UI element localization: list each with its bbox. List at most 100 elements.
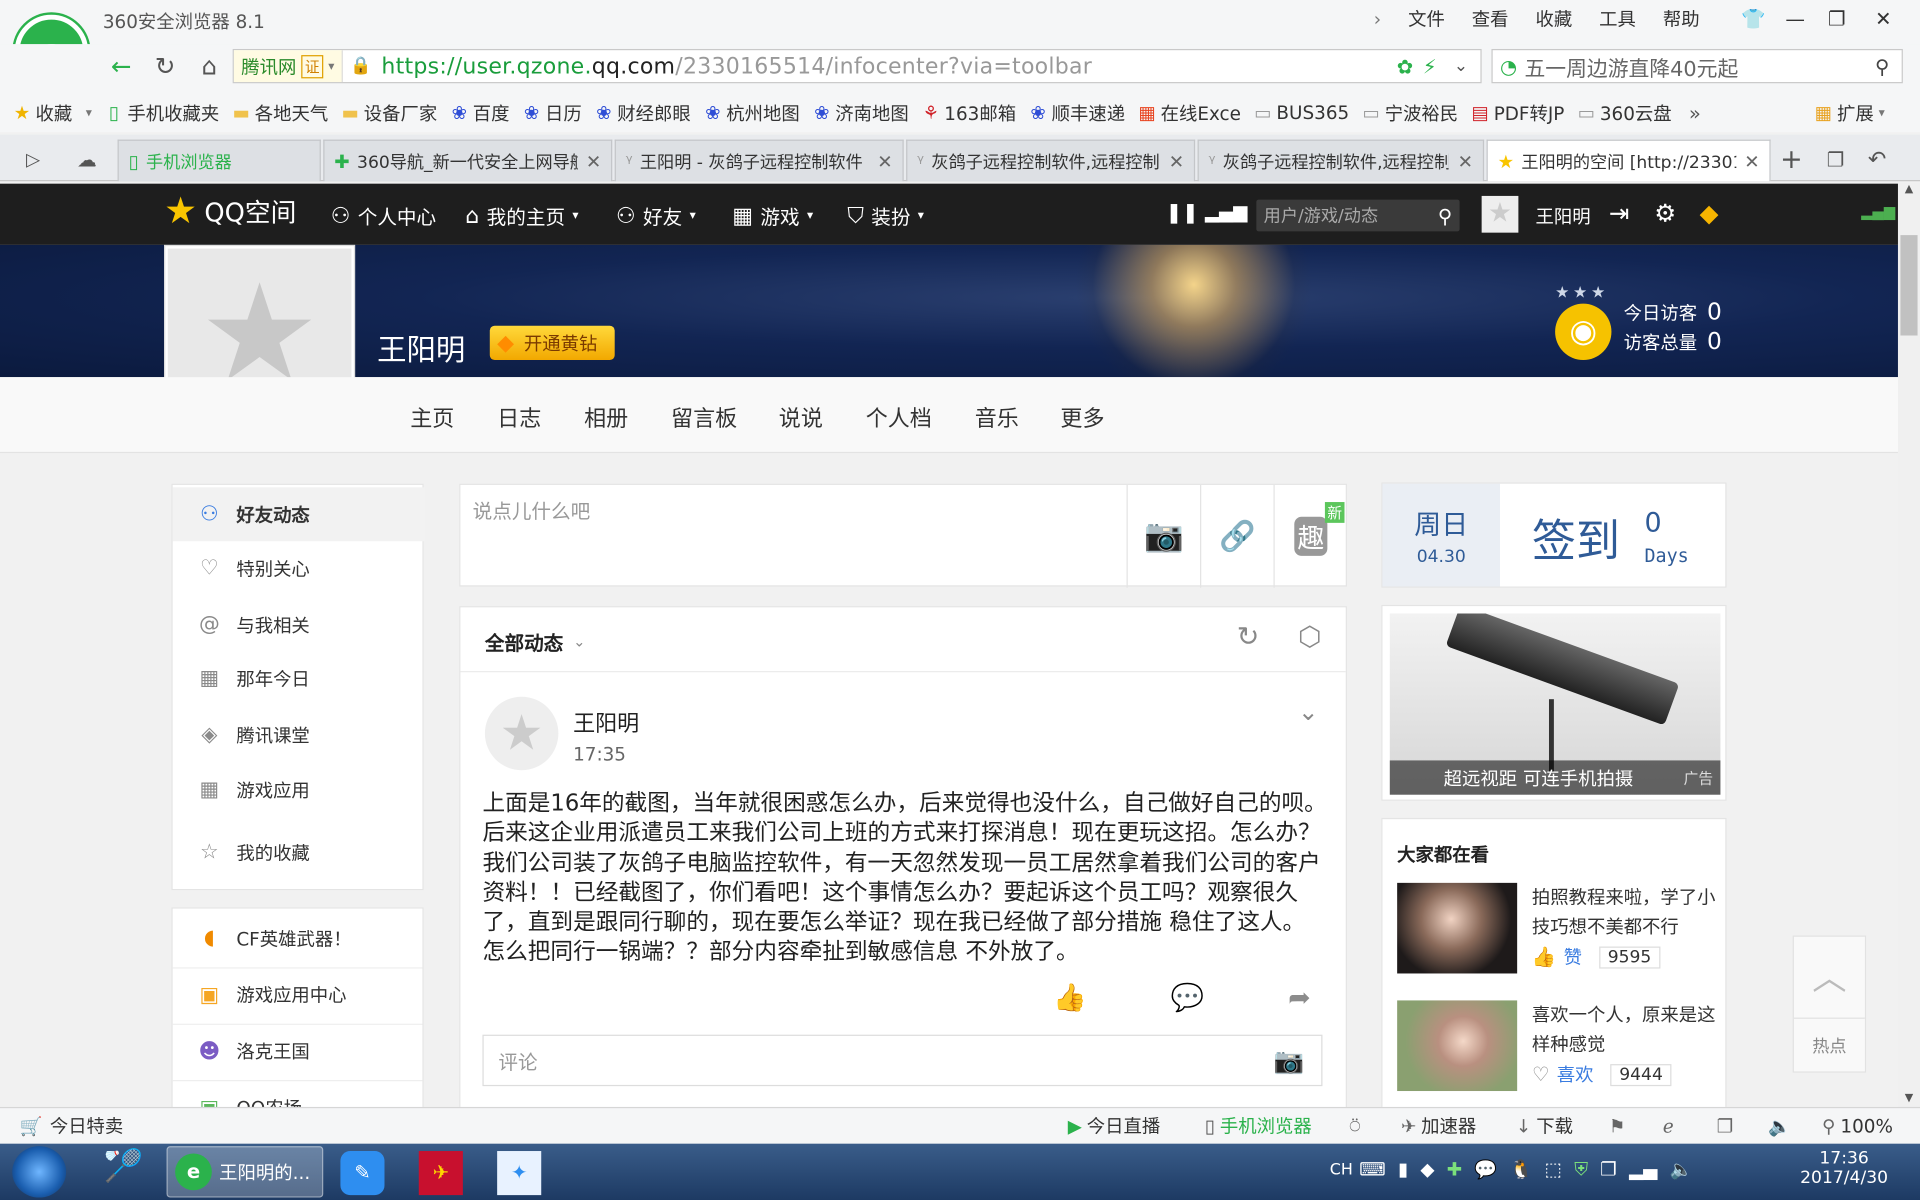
minimize-button[interactable]: —	[1774, 0, 1816, 37]
close-tab-icon[interactable]: ✕	[1450, 150, 1473, 172]
search-engine-icon[interactable]: ◔	[1500, 54, 1517, 77]
feed-author-avatar[interactable]: ★	[484, 696, 559, 771]
live-link[interactable]: ▶ 今日直播	[1068, 1113, 1161, 1139]
bookmark-item[interactable]: ▬ 设备厂家	[341, 100, 438, 126]
sidebar-item-game-apps[interactable]: ▦ 游戏应用	[173, 763, 425, 817]
share-icon[interactable]: ➦	[1288, 983, 1311, 1014]
tab-item[interactable]: ᵞ 灰鸽子远程控制软件,远程控制 ✕	[906, 139, 1196, 182]
vip-button[interactable]: ◆ 开通黄钻	[489, 325, 615, 361]
extensions-button[interactable]: ▦ 扩展 ▾	[1815, 100, 1885, 126]
signal-icon[interactable]: ▂▄	[1629, 1158, 1657, 1180]
tray-clock[interactable]: 17:36 2017/4/30	[1795, 1149, 1893, 1188]
attach-button[interactable]: 🔗	[1200, 484, 1273, 588]
tab-item[interactable]: ▯ 手机浏览器	[117, 139, 321, 182]
visitors-today[interactable]: 今日访客 0	[1624, 299, 1722, 326]
menu-file[interactable]: 文件	[1408, 6, 1445, 32]
copy-icon[interactable]: ❐	[1600, 1158, 1616, 1180]
app-cf-weapons[interactable]: ◖ CF英雄武器！	[173, 911, 423, 965]
comment-input[interactable]: 评论	[498, 1046, 1273, 1075]
visitors-total[interactable]: 访客总量 0	[1624, 328, 1722, 355]
bookmark-item[interactable]: ❀ 顺丰速递	[1028, 100, 1125, 126]
tab-item[interactable]: ᵞ 王阳明 - 灰鸽子远程控制软件 ✕	[614, 139, 904, 182]
ad-card[interactable]: 超远视距 可连手机拍摄 广告	[1381, 604, 1727, 801]
like-icon[interactable]: 👍	[1053, 983, 1087, 1014]
signin-button[interactable]: 签到	[1532, 506, 1620, 570]
zoom-control[interactable]: ⚲ 100%	[1822, 1115, 1893, 1137]
menu-favorites[interactable]: 收藏	[1535, 6, 1572, 32]
bookmark-item[interactable]: ▯ 手机收藏夹	[104, 100, 219, 126]
scroll-thumb[interactable]	[1900, 235, 1918, 336]
close-tab-icon[interactable]: ✕	[870, 150, 892, 172]
sidebar-item-favorites[interactable]: ☆ 我的收藏	[173, 825, 425, 879]
cert-badge[interactable]: 腾讯网 证 ▾	[233, 50, 343, 83]
bookmark-item[interactable]: ▭ BUS365	[1253, 102, 1349, 124]
speed-icon[interactable]: ⚡	[1423, 54, 1437, 77]
keyboard-icon[interactable]: ⌨	[1359, 1158, 1386, 1180]
taskbar-app-pen[interactable]: ✎	[340, 1151, 385, 1196]
search-icon[interactable]: ⚲	[1875, 54, 1889, 77]
new-tab-button[interactable]: +	[1773, 142, 1810, 176]
chevron-down-icon[interactable]: ⌄	[1454, 56, 1468, 76]
menu-help[interactable]: 帮助	[1663, 6, 1700, 32]
battery-icon[interactable]: ▮	[1398, 1158, 1408, 1180]
search-box[interactable]: ◔ 五一周边游直降40元起 ⚲	[1491, 48, 1903, 84]
header-user-name[interactable]: 王阳明	[1536, 203, 1591, 229]
window-icon[interactable]: ❐	[1717, 1115, 1733, 1137]
trending-like[interactable]: 👍 赞 9595	[1532, 944, 1660, 970]
taskbar-app-red[interactable]: ✈	[418, 1151, 463, 1196]
back-icon[interactable]: ←	[103, 49, 140, 83]
search-icon[interactable]: ⚲	[1438, 204, 1452, 227]
close-tab-icon[interactable]: ✕	[1737, 150, 1759, 172]
post-input[interactable]: 说点儿什么吧	[473, 495, 1110, 576]
vertical-scrollbar[interactable]: ▲ ▼	[1897, 183, 1920, 1107]
header-avatar[interactable]: ★	[1481, 195, 1519, 233]
plus-tray-icon[interactable]: ✚	[1447, 1158, 1462, 1180]
subnav-album[interactable]: 相册	[584, 402, 628, 434]
tab-item[interactable]: ★王阳明的空间 [http://2330165514✕	[1486, 139, 1771, 182]
today-deals-link[interactable]: 今日特卖	[50, 1113, 123, 1139]
feed-options-icon[interactable]: ⌄	[1298, 697, 1319, 726]
bookmark-item[interactable]: ▤ PDF转JP	[1470, 100, 1565, 126]
download-link[interactable]: ↓ 下载	[1516, 1113, 1573, 1139]
signal-icon[interactable]: ▂▄▆	[1205, 201, 1247, 223]
menu-view[interactable]: 查看	[1472, 6, 1509, 32]
feed-filter[interactable]: 全部动态 ⌄	[485, 627, 586, 656]
bookmark-item[interactable]: ❀ 日历	[522, 100, 582, 126]
photo-button[interactable]: 📷	[1126, 484, 1200, 588]
subnav-guestbook[interactable]: 留言板	[671, 402, 737, 434]
app-roco-kingdom[interactable]: ☻ 洛克王国	[172, 1023, 423, 1078]
sidebar-item-on-this-day[interactable]: ▦ 那年今日	[173, 651, 425, 705]
skin-icon[interactable]: 👕	[1733, 0, 1775, 37]
scroll-down-icon[interactable]: ▼	[1898, 1092, 1920, 1104]
bookmark-item[interactable]: ❀ 财经郎眼	[594, 100, 691, 126]
nav-decorate[interactable]: ⛉ 装扮 ▾	[847, 201, 924, 230]
search-input[interactable]: 五一周边游直降40元起	[1524, 51, 1875, 81]
feed-author-name[interactable]: 王阳明	[573, 707, 639, 739]
close-tab-icon[interactable]: ✕	[1161, 150, 1184, 172]
sidebar-toggle-icon[interactable]: ▷	[15, 142, 52, 176]
refresh-icon[interactable]: ↻	[147, 49, 184, 83]
nav-personal-center[interactable]: ⚇ 个人中心	[331, 201, 436, 230]
volume-icon[interactable]: 🔈	[1768, 1115, 1791, 1137]
scroll-up-icon[interactable]: ▲	[1898, 184, 1920, 196]
address-bar[interactable]: 腾讯网 证 ▾ 🔒 https://user.qzone.qq.com/2330…	[232, 48, 1482, 84]
home-icon[interactable]: ⌂	[191, 49, 228, 83]
bookmark-item[interactable]: ❀ 杭州地图	[703, 100, 800, 126]
tab-item[interactable]: ✚ 360导航_新一代安全上网导航 ✕	[323, 139, 613, 182]
sidebar-item-friend-feed[interactable]: ⚇ 好友动态	[172, 487, 425, 542]
camera-icon[interactable]: 📷	[1274, 1046, 1304, 1075]
taskbar-app-bird[interactable]: ✦	[497, 1151, 542, 1196]
trending-item[interactable]: 喜欢一个人，原来是这样种感觉 ♡ 喜欢 9444	[1397, 1000, 1718, 1098]
bookmark-item[interactable]: ▦ 在线Exce	[1137, 100, 1240, 126]
network-tray-icon[interactable]: ⬚	[1545, 1158, 1562, 1180]
maximize-button[interactable]: ❐	[1816, 0, 1858, 37]
flag-icon[interactable]: ⚑	[1609, 1115, 1625, 1137]
cloud-icon[interactable]: ☁	[69, 142, 106, 176]
sidebar-item-about-me[interactable]: @ 与我相关	[173, 598, 425, 652]
bookmark-item[interactable]: ▭ 宁波裕民	[1361, 100, 1459, 126]
nav-friends[interactable]: ⚇ 好友 ▾	[616, 201, 696, 230]
subnav-home[interactable]: 主页	[410, 402, 454, 434]
menu-arrow-icon[interactable]: ›	[1374, 8, 1381, 30]
qzone-search-input[interactable]: 用户/游戏/动态	[1264, 203, 1438, 227]
nav-games[interactable]: ▦ 游戏 ▾	[732, 201, 813, 230]
